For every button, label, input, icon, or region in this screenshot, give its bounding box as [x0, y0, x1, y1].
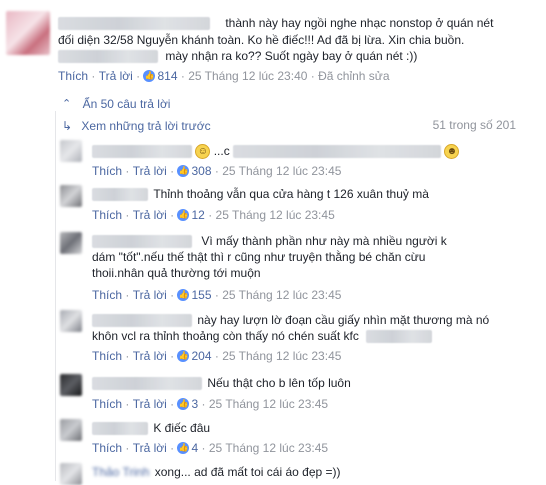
like-icon: 👍 [177, 398, 190, 411]
main-comment-line1: thành này hay ngồi nghe nhạc nonstop ở q… [58, 16, 493, 31]
reply-text: Thỉnh thoảng vẫn qua cửa hàng t 126 xuân… [92, 187, 429, 202]
reply-author[interactable] [92, 188, 148, 202]
reply-author[interactable] [92, 377, 202, 391]
timestamp[interactable]: 25 Tháng 12 lúc 23:45 [222, 349, 341, 363]
reply-avatar[interactable] [60, 463, 82, 485]
smile-emoji-icon: ☺ [195, 144, 211, 160]
mentioned-name[interactable] [366, 330, 433, 344]
like-icon: 👍 [177, 165, 190, 178]
reply-link[interactable]: Trả lời [133, 164, 167, 178]
like-icon: 👍 [177, 289, 190, 302]
reply-avatar[interactable] [60, 140, 82, 162]
view-previous-replies[interactable]: ↳ Xem những trả lời trước [62, 118, 211, 133]
like-count[interactable]: 👍 308 [177, 163, 212, 178]
commenter-avatar[interactable] [6, 11, 50, 55]
reply-text: Nếu thật cho b lên tốp luôn [92, 376, 351, 391]
main-comment-line2: đối diện 32/58 Nguyễn khánh toàn. Ko hề … [58, 33, 465, 47]
main-comment-line3: mày nhận ra ko?? Suốt ngày bay ở quán né… [58, 49, 417, 64]
timestamp[interactable]: 25 Tháng 12 lúc 23:45 [209, 397, 328, 411]
reply-author[interactable] [92, 314, 192, 328]
timestamp[interactable]: 25 Tháng 12 lúc 23:45 [209, 441, 328, 455]
like-count[interactable]: 👍 814 [143, 68, 178, 83]
like-icon: 👍 [177, 442, 190, 455]
reply-text-line1: này hay lượn lờ đoạn cầu giấy nhìn mặt t… [92, 313, 489, 328]
timestamp[interactable]: 25 Tháng 12 lúc 23:40 [188, 69, 307, 83]
reply-text-line3: thoii.nhân quả thường tới muộn [92, 266, 261, 280]
like-link[interactable]: Thích [92, 441, 122, 455]
reply-avatar[interactable] [60, 185, 82, 207]
like-link[interactable]: Thích [92, 164, 122, 178]
like-icon: 👍 [177, 350, 190, 363]
reply-avatar[interactable] [60, 232, 82, 254]
reply-actions: Thích · Trả lời · 👍 4 · 25 Tháng 12 lúc 2… [92, 440, 329, 456]
timestamp[interactable]: 25 Tháng 12 lúc 23:45 [222, 288, 341, 302]
timestamp[interactable]: 25 Tháng 12 lúc 23:45 [216, 208, 335, 222]
reply-arrow-icon: ↳ [62, 118, 73, 133]
reply-link[interactable]: Trả lời [133, 288, 167, 302]
like-count[interactable]: 👍 204 [177, 348, 212, 363]
reply-avatar[interactable] [60, 310, 82, 332]
like-icon: 👍 [177, 209, 190, 222]
like-link[interactable]: Thích [92, 349, 122, 363]
reply-link[interactable]: Trả lời [133, 208, 167, 222]
like-link[interactable]: Thích [92, 397, 122, 411]
main-comment-actions: Thích · Trả lời · 👍 814 · 25 Tháng 12 lúc… [58, 68, 390, 84]
reply-actions: Thích · Trả lời · 👍 12 · 25 Tháng 12 lúc … [92, 207, 335, 223]
like-icon: 👍 [143, 70, 156, 83]
thread-line [55, 111, 56, 481]
reply-author[interactable] [92, 235, 192, 249]
like-link[interactable]: Thích [92, 288, 122, 302]
reply-text: Thảo Trinh xong... ad đã mất toi cái áo … [92, 465, 341, 479]
chevron-up-icon: ⌃ [62, 97, 72, 110]
reply-author[interactable] [92, 422, 148, 436]
reply-link[interactable]: Trả lời [99, 69, 133, 83]
timestamp[interactable]: 25 Tháng 12 lúc 23:45 [222, 164, 341, 178]
like-count[interactable]: 👍 12 [177, 207, 205, 222]
reply-text-line2: khôn vcl ra thỉnh thoảng còn thấy nó ché… [92, 329, 433, 344]
reply-text-line2: dám "tốt".nếu thế thật thì r cũng như tr… [92, 250, 426, 264]
like-link[interactable]: Thích [92, 208, 122, 222]
reply-count-label: 51 trong số 201 [432, 118, 516, 132]
like-count[interactable]: 👍 155 [177, 287, 212, 302]
reply-link[interactable]: Trả lời [133, 349, 167, 363]
reply-actions: Thích · Trả lời · 👍 155 · 25 Tháng 12 lúc… [92, 287, 342, 303]
mentioned-name[interactable] [58, 50, 158, 64]
hide-replies[interactable]: ⌃ Ẩn 50 câu trả lời [62, 96, 170, 111]
reply-actions: Thích · Trả lời · 👍 3 · 25 Tháng 12 lúc 2… [92, 396, 329, 412]
reply-text-line1: Vì mấy thành phần như này mà nhiều người… [92, 234, 447, 249]
reply-link[interactable]: Trả lời [133, 441, 167, 455]
like-count[interactable]: 👍 3 [177, 396, 198, 411]
mentioned-name[interactable] [233, 145, 442, 159]
reply-text: K điếc đâu [92, 421, 210, 436]
grin-emoji-icon: ☻ [444, 144, 460, 160]
reply-actions: Thích · Trả lời · 👍 308 · 25 Tháng 12 lúc… [92, 163, 342, 179]
reply-author[interactable]: Thảo Trinh [92, 465, 149, 479]
like-link[interactable]: Thích [58, 69, 88, 83]
reply-avatar[interactable] [60, 419, 82, 441]
edited-label[interactable]: Đã chỉnh sửa [318, 69, 389, 83]
reply-avatar[interactable] [60, 374, 82, 396]
like-count[interactable]: 👍 4 [177, 440, 198, 455]
commenter-name[interactable] [58, 17, 210, 31]
reply-text: ☺ ...c ☻ [92, 144, 460, 160]
reply-actions: Thích · Trả lời · 👍 204 · 25 Tháng 12 lúc… [92, 348, 342, 364]
reply-link[interactable]: Trả lời [133, 397, 167, 411]
reply-author[interactable] [92, 145, 192, 159]
